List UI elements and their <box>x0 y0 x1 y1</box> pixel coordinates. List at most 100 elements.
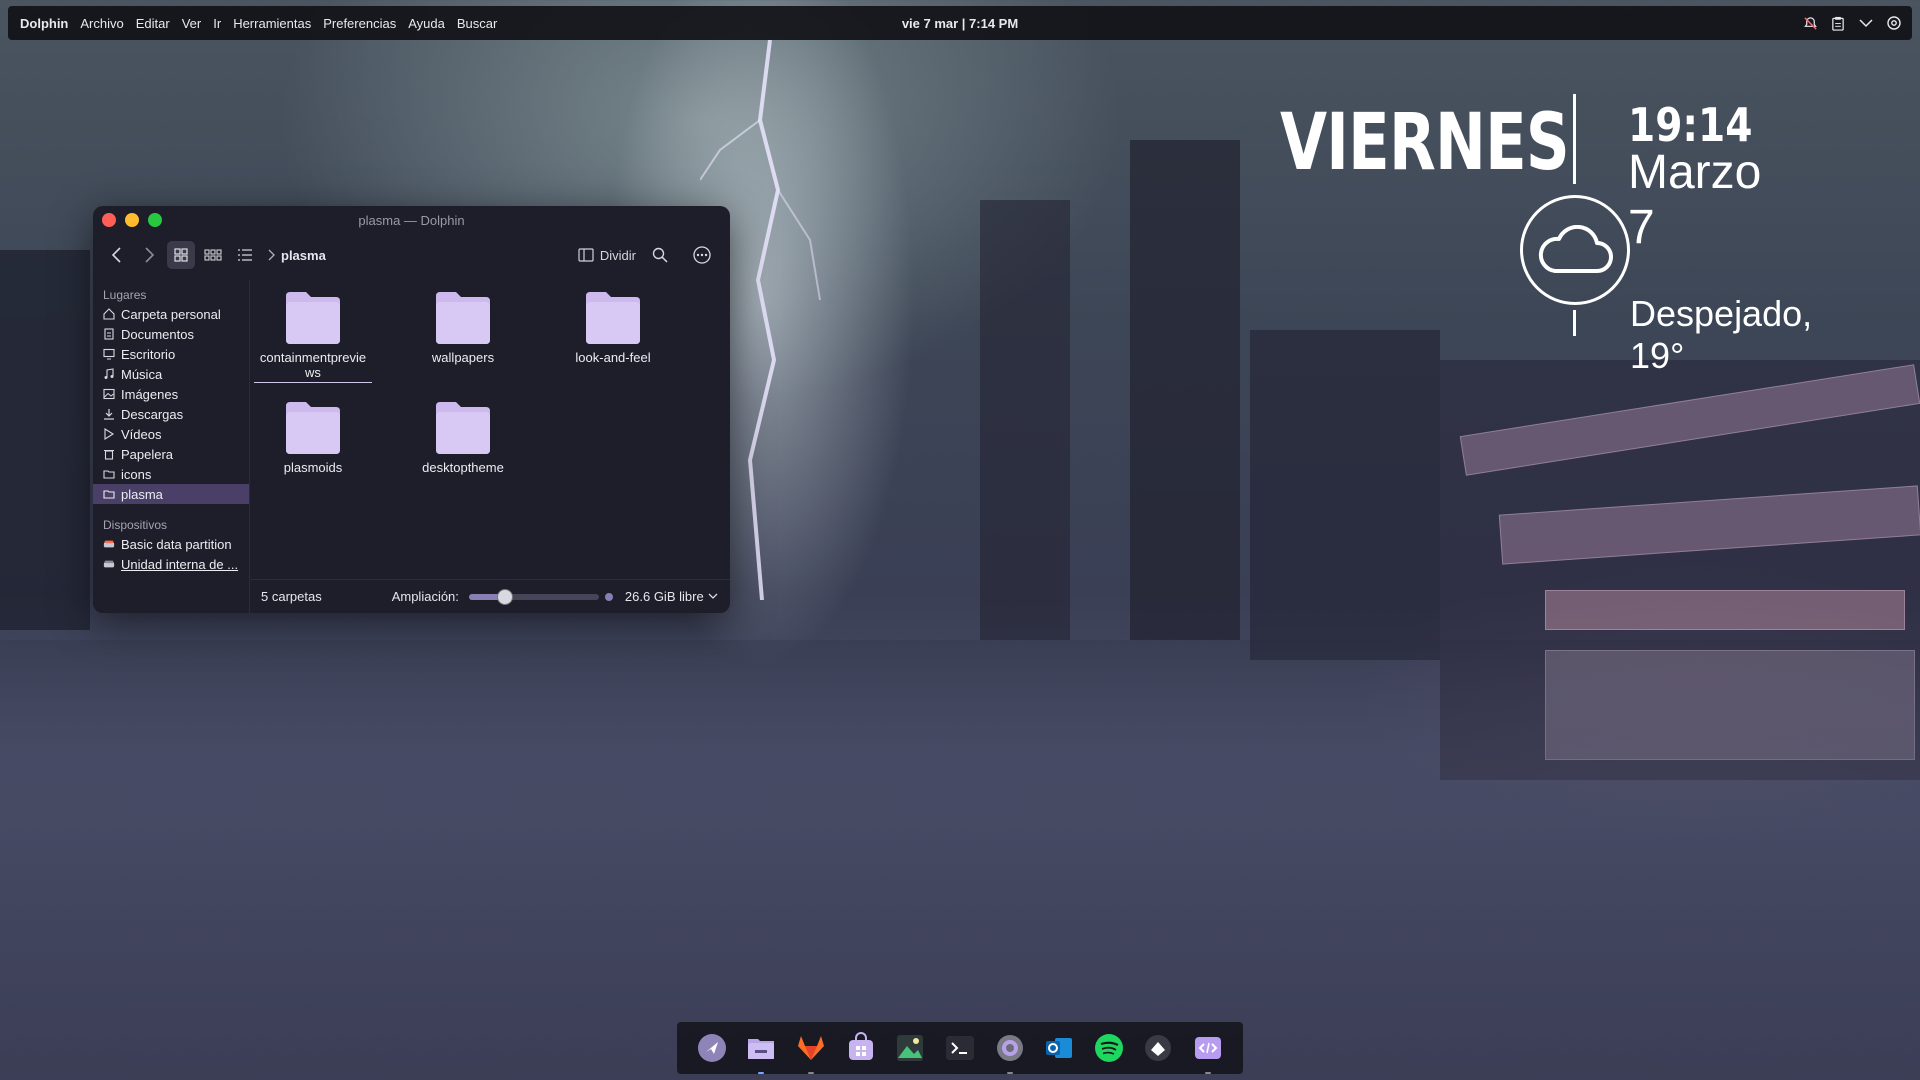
panel-clock[interactable]: vie 7 mar | 7:14 PM <box>902 16 1018 31</box>
folder-name: plasmoids <box>283 460 343 475</box>
devices-header: Dispositivos <box>103 518 168 532</box>
more-icon <box>693 246 711 264</box>
folder-name: wallpapers <box>431 350 495 365</box>
sidebar-item-descargas[interactable]: Descargas <box>93 404 249 424</box>
outlook-icon[interactable] <box>1041 1030 1077 1066</box>
dolphin-window: plasma — Dolphin plasma Dividir Lugares … <box>93 206 730 613</box>
files-icon[interactable] <box>743 1030 779 1074</box>
running-indicator <box>1205 1072 1212 1074</box>
grid-icon <box>174 248 188 262</box>
running-indicator <box>808 1072 815 1074</box>
folder-item-look-and-feel[interactable]: look-and-feel <box>553 290 673 365</box>
sidebar-item-videos[interactable]: Vídeos <box>93 424 249 444</box>
settings-icon[interactable] <box>992 1030 1028 1074</box>
drive-icon <box>103 558 115 570</box>
top-panel: Dolphin Archivo Editar Ver Ir Herramient… <box>8 6 1912 40</box>
document-icon <box>103 328 115 340</box>
statusbar: 5 carpetas Ampliación: 26.6 GiB libre <box>251 579 730 613</box>
zoom-slider-knob[interactable] <box>497 588 514 605</box>
sidebar-item-imagenes[interactable]: Imágenes <box>93 384 249 404</box>
sidebar-item-basic-data-partition[interactable]: Basic data partition <box>93 534 249 554</box>
search-icon <box>652 247 668 263</box>
menu-ver[interactable]: Ver <box>176 16 208 31</box>
folder-icon <box>434 290 492 346</box>
launcher-icon[interactable] <box>694 1030 730 1066</box>
titlebar[interactable]: plasma — Dolphin <box>93 206 730 234</box>
zoom-label: Ampliación: <box>391 589 459 604</box>
sidebar-item-label: Descargas <box>121 406 184 422</box>
file-view[interactable]: containmentprevie ws wallpapers look-and… <box>251 280 730 579</box>
folder-item-containmentpreviews[interactable]: containmentprevie ws <box>253 290 373 383</box>
folder-item-desktoptheme[interactable]: desktoptheme <box>403 400 523 475</box>
dock <box>677 1022 1243 1074</box>
sidebar-item-label: Unidad interna de ... <box>121 556 239 572</box>
split-label: Dividir <box>599 247 636 263</box>
chevron-left-icon <box>111 247 121 263</box>
folder-name: look-and-feel <box>575 350 651 365</box>
sidebar-item-label: Música <box>121 366 163 382</box>
sidebar-item-label: Papelera <box>121 446 174 462</box>
sidebar-item-unidad-interna[interactable]: Unidad interna de ... <box>93 554 249 574</box>
zoom-slider[interactable] <box>468 588 599 605</box>
terminal-icon[interactable] <box>942 1030 978 1066</box>
more-options-button[interactable] <box>688 241 716 269</box>
places-header: Lugares <box>103 288 147 302</box>
toolbar: plasma Dividir <box>93 234 730 276</box>
zoom-slider-end <box>604 592 613 601</box>
editor-icon[interactable] <box>1140 1030 1176 1066</box>
widget-divider <box>1573 94 1576 184</box>
notifications-off-icon[interactable] <box>1802 15 1818 31</box>
sidebar-item-escritorio[interactable]: Escritorio <box>93 344 249 364</box>
sidebar-item-carpeta-personal[interactable]: Carpeta personal <box>93 304 249 324</box>
breadcrumb-current[interactable]: plasma <box>281 248 326 263</box>
menu-ayuda[interactable]: Ayuda <box>402 16 451 31</box>
code-icon[interactable] <box>1190 1030 1226 1074</box>
clipboard-icon[interactable] <box>1830 15 1846 31</box>
desktop-icon <box>103 348 115 360</box>
sidebar-item-label: Vídeos <box>121 426 162 442</box>
sidebar-item-plasma[interactable]: plasma <box>93 484 249 504</box>
compact-grid-icon <box>204 249 222 261</box>
details-view-button[interactable] <box>231 241 259 269</box>
settings-gear-icon[interactable] <box>1886 15 1902 31</box>
folder-icon <box>284 290 342 346</box>
sidebar-item-papelera[interactable]: Papelera <box>93 444 249 464</box>
search-button[interactable] <box>646 241 674 269</box>
global-menu: Dolphin Archivo Editar Ver Ir Herramient… <box>8 16 503 31</box>
image-viewer-icon[interactable] <box>892 1030 928 1066</box>
menu-buscar[interactable]: Buscar <box>451 16 503 31</box>
download-icon <box>103 408 115 420</box>
widget-time: 19:14 <box>1628 98 1753 152</box>
folder-item-wallpapers[interactable]: wallpapers <box>403 290 523 365</box>
store-icon[interactable] <box>843 1030 879 1066</box>
breadcrumb-chevron-icon <box>267 249 275 261</box>
sidebar-item-documentos[interactable]: Documentos <box>93 324 249 344</box>
sidebar-item-label: plasma <box>121 486 163 502</box>
menu-editar[interactable]: Editar <box>130 16 176 31</box>
chevron-down-icon[interactable] <box>1858 15 1874 31</box>
menu-ir[interactable]: Ir <box>207 16 227 31</box>
gitlab-icon[interactable] <box>793 1030 829 1074</box>
sidebar-item-icons[interactable]: icons <box>93 464 249 484</box>
sidebar-item-label: Basic data partition <box>121 536 232 552</box>
music-icon <box>103 368 115 380</box>
menu-herramientas[interactable]: Herramientas <box>227 16 317 31</box>
menu-app-name[interactable]: Dolphin <box>14 16 74 31</box>
forward-button[interactable] <box>135 241 163 269</box>
back-button[interactable] <box>103 241 131 269</box>
video-icon <box>103 428 115 440</box>
sidebar-item-musica[interactable]: Música <box>93 364 249 384</box>
menu-preferencias[interactable]: Preferencias <box>317 16 402 31</box>
compact-view-button[interactable] <box>199 241 227 269</box>
widget-date: Marzo 7 <box>1628 146 1762 254</box>
folder-icon <box>103 488 115 500</box>
icons-view-button[interactable] <box>167 241 195 269</box>
free-space-button[interactable]: 26.6 GiB libre <box>625 589 718 604</box>
folder-item-plasmoids[interactable]: plasmoids <box>253 400 373 475</box>
split-view-icon <box>578 248 594 262</box>
sidebar-item-label: icons <box>121 466 152 482</box>
sidebar-item-label: Escritorio <box>121 346 176 362</box>
menu-archivo[interactable]: Archivo <box>74 16 129 31</box>
spotify-icon[interactable] <box>1091 1030 1127 1066</box>
split-button[interactable]: Dividir <box>578 248 636 263</box>
